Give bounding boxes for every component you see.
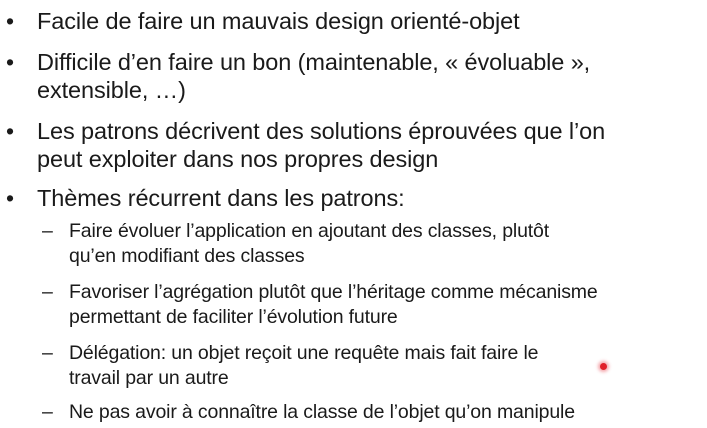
sub-bullet-marker: – (42, 281, 53, 303)
bullet-line: peut exploiter dans nos propres design (37, 146, 439, 172)
bullet-line: Difficile d’en faire un bon (maintenable… (37, 49, 591, 75)
sub-bullet-line: Favoriser l’agrégation plutôt que l’héri… (69, 281, 598, 303)
sub-bullet-marker: – (42, 220, 53, 242)
bullet-text: Difficile d’en faire un bon (maintenable… (37, 48, 590, 104)
bullet-marker: • (6, 49, 14, 75)
bullet-text: Thèmes récurrent dans les patrons: (37, 184, 405, 212)
sub-bullet-line: Faire évoluer l’application en ajoutant … (69, 220, 550, 242)
sub-bullet-marker: – (42, 342, 53, 364)
sub-bullet-line: Délégation: un objet reçoit une requête … (69, 342, 539, 364)
sub-bullet-text: Faire évoluer l’application en ajoutant … (69, 219, 549, 269)
bullet-text: Les patrons décrivent des solutions épro… (37, 117, 605, 173)
bullet-line: Les patrons décrivent des solutions épro… (37, 118, 606, 144)
bullet-marker: • (6, 8, 14, 34)
sub-bullet-line: permettant de faciliter l’évolution futu… (69, 306, 398, 328)
sub-bullet-line: Ne pas avoir à connaître la classe de l’… (69, 401, 575, 423)
sub-bullet-text: Ne pas avoir à connaître la classe de l’… (69, 400, 575, 425)
bullet-line: extensible, …) (37, 77, 186, 103)
bullet-text: Facile de faire un mauvais design orient… (37, 7, 520, 35)
sub-bullet-line: travail par un autre (69, 367, 229, 389)
bullet-marker: • (6, 185, 14, 211)
bullet-marker: • (6, 118, 14, 144)
sub-bullet-text: Favoriser l’agrégation plutôt que l’héri… (69, 280, 598, 330)
sub-bullet-marker: – (42, 401, 53, 423)
laser-pointer-dot (600, 363, 607, 370)
bullet-line: Thèmes récurrent dans les patrons: (37, 185, 405, 211)
slide-content: • Facile de faire un mauvais design orie… (0, 0, 707, 428)
bullet-line: Facile de faire un mauvais design orient… (37, 8, 520, 34)
sub-bullet-line: qu’en modifiant des classes (69, 245, 305, 267)
sub-bullet-text: Délégation: un objet reçoit une requête … (69, 341, 538, 391)
